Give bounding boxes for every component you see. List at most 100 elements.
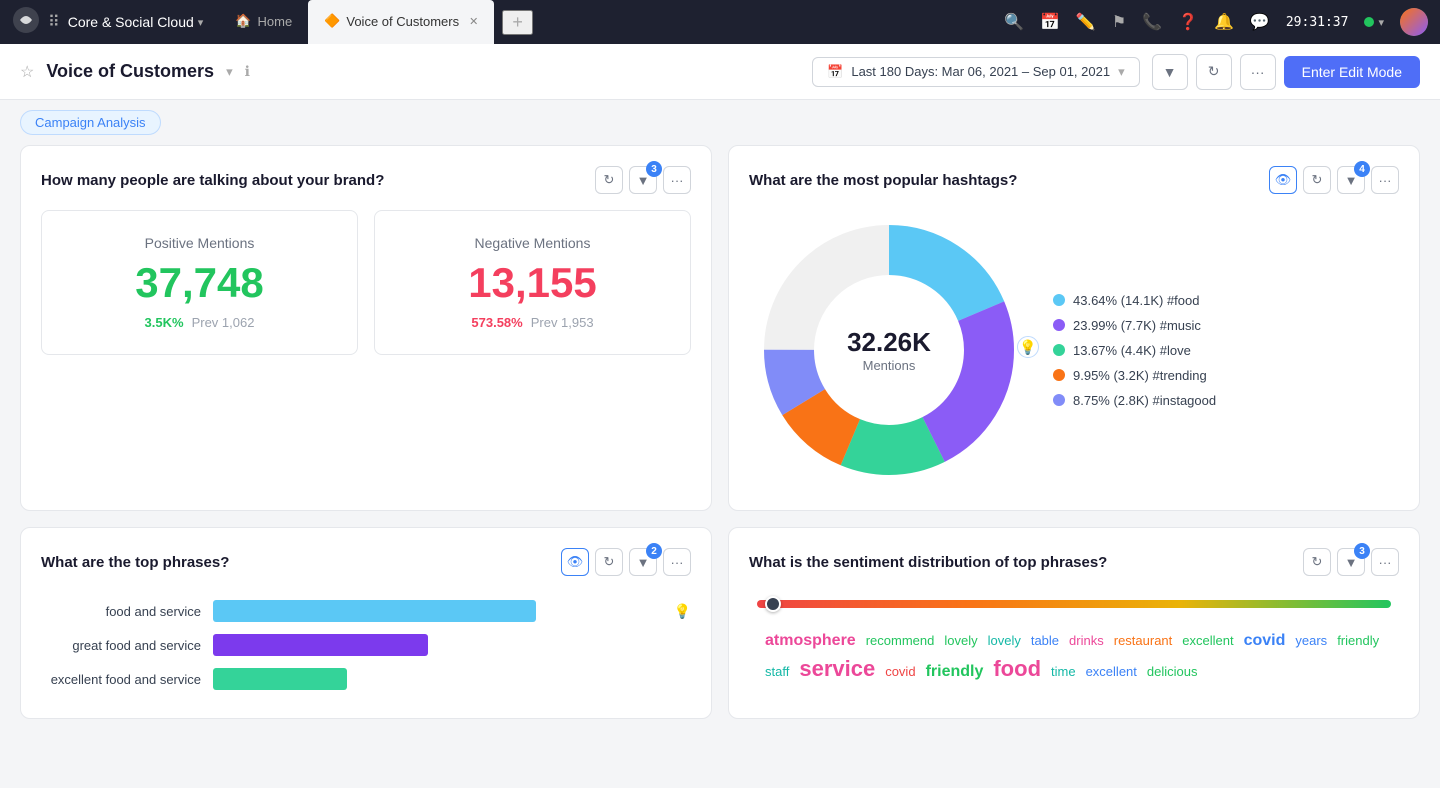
tab-voc[interactable]: 🔶 Voice of Customers ✕ <box>308 0 494 44</box>
mentions-filter-btn[interactable]: ▼ 3 <box>629 166 657 194</box>
phrase-bar-container <box>213 600 662 622</box>
hashtags-more-btn[interactable]: ··· <box>1371 166 1399 194</box>
word-cloud-item[interactable]: recommend <box>866 633 935 648</box>
word-cloud-item[interactable]: years <box>1295 633 1327 648</box>
hashtags-filter-btn[interactable]: ▼ 4 <box>1337 166 1365 194</box>
main-content: How many people are talking about your b… <box>0 145 1440 739</box>
subheader: Campaign Analysis <box>0 100 1440 145</box>
phrases-eye-btn[interactable]: 👁 <box>561 548 589 576</box>
chat-icon[interactable]: 💬 <box>1250 12 1270 32</box>
phrases-refresh-btn[interactable]: ↻ <box>595 548 623 576</box>
search-icon[interactable]: 🔍 <box>1004 12 1024 32</box>
mentions-refresh-btn[interactable]: ↻ <box>595 166 623 194</box>
word-cloud-item[interactable]: excellent <box>1182 633 1233 648</box>
help-icon[interactable]: ❓ <box>1178 12 1198 32</box>
calendar-icon[interactable]: 📅 <box>1040 12 1060 32</box>
daterange-selector[interactable]: 📅 Last 180 Days: Mar 06, 2021 – Sep 01, … <box>812 57 1139 87</box>
filter-button[interactable]: ▼ <box>1152 54 1188 90</box>
page-title: Voice of Customers <box>46 61 214 82</box>
mentions-title: How many people are talking about your b… <box>41 172 587 189</box>
phrase-label: excellent food and service <box>41 672 201 687</box>
legend-dot <box>1053 294 1065 306</box>
tab-home[interactable]: 🏠 Home <box>219 0 308 44</box>
word-cloud-item[interactable]: excellent <box>1086 664 1137 679</box>
title-chevron-icon[interactable]: ▾ <box>226 64 233 80</box>
word-cloud-item[interactable]: staff <box>765 664 789 679</box>
sentiment-refresh-btn[interactable]: ↻ <box>1303 548 1331 576</box>
topnav-app-name[interactable]: Core & Social Cloud ▾ <box>68 14 204 30</box>
topnav-logo <box>12 6 40 39</box>
edit-mode-button[interactable]: Enter Edit Mode <box>1284 56 1420 88</box>
hashtags-eye-btn[interactable]: 👁 <box>1269 166 1297 194</box>
negative-stats: 573.58% Prev 1,953 <box>471 315 593 330</box>
sentiment-actions: ↻ ▼ 3 ··· <box>1303 548 1399 576</box>
hashtags-refresh-btn[interactable]: ↻ <box>1303 166 1331 194</box>
voc-tab-close[interactable]: ✕ <box>469 15 478 28</box>
word-cloud-item[interactable]: lovely <box>944 633 977 648</box>
flag-icon[interactable]: ⚑ <box>1112 12 1126 32</box>
word-cloud-item[interactable]: friendly <box>926 663 984 681</box>
word-cloud-item[interactable]: atmosphere <box>765 632 856 650</box>
word-cloud: atmosphere recommend lovely lovely table drin… <box>757 624 1391 690</box>
word-cloud-item[interactable]: service <box>799 656 875 682</box>
phrase-row: food and service 💡 <box>41 600 691 622</box>
word-cloud-item[interactable]: time <box>1051 664 1076 679</box>
word-cloud-item[interactable]: delicious <box>1147 664 1198 679</box>
word-cloud-item[interactable]: friendly <box>1337 633 1379 648</box>
hashtags-actions: 👁 ↻ ▼ 4 ··· <box>1269 166 1399 194</box>
info-icon[interactable]: ℹ <box>245 63 250 80</box>
edit-icon[interactable]: ✏️ <box>1076 12 1096 32</box>
sentiment-slider[interactable] <box>757 600 1391 608</box>
user-avatar[interactable] <box>1400 8 1428 36</box>
positive-value: 37,748 <box>135 259 263 307</box>
phrases-actions: 👁 ↻ ▼ 2 ··· <box>561 548 691 576</box>
hashtags-title: What are the most popular hashtags? <box>749 172 1261 189</box>
phrase-label: great food and service <box>41 638 201 653</box>
phrase-row: excellent food and service <box>41 668 691 690</box>
donut-chart: 32.26K Mentions 💡 <box>749 210 1029 490</box>
add-tab-button[interactable]: + <box>502 10 533 35</box>
donut-value: 32.26K <box>847 327 931 358</box>
more-button[interactable]: ··· <box>1240 54 1276 90</box>
phrase-info-icon: 💡 <box>674 603 691 620</box>
word-cloud-item[interactable]: covid <box>885 664 915 679</box>
word-cloud-item[interactable]: covid <box>1244 632 1286 650</box>
bell-icon[interactable]: 🔔 <box>1214 12 1234 32</box>
negative-mentions-card: Negative Mentions 13,155 573.58% Prev 1,… <box>374 210 691 355</box>
row-2: What are the top phrases? 👁 ↻ ▼ 2 ··· fo… <box>20 527 1420 719</box>
phrase-row: great food and service <box>41 634 691 656</box>
negative-label: Negative Mentions <box>475 235 591 251</box>
header-actions: ▼ ↻ ··· Enter Edit Mode <box>1152 54 1420 90</box>
sentiment-more-btn[interactable]: ··· <box>1371 548 1399 576</box>
campaign-analysis-tag[interactable]: Campaign Analysis <box>20 110 161 135</box>
legend-dot <box>1053 319 1065 331</box>
refresh-button[interactable]: ↻ <box>1196 54 1232 90</box>
sentiment-filter-badge: 3 <box>1354 543 1370 559</box>
headerbar: ☆ Voice of Customers ▾ ℹ 📅 Last 180 Days… <box>0 44 1440 100</box>
star-icon[interactable]: ☆ <box>20 62 34 82</box>
word-cloud-item[interactable]: table <box>1031 633 1059 648</box>
hashtags-filter-badge: 4 <box>1354 161 1370 177</box>
topnav-status: ▾ <box>1364 16 1384 29</box>
row-1: How many people are talking about your b… <box>20 145 1420 511</box>
topnav-tabs: 🏠 Home 🔶 Voice of Customers ✕ <box>219 0 494 44</box>
donut-info-icon[interactable]: 💡 <box>1017 336 1039 358</box>
sentiment-card-header: What is the sentiment distribution of to… <box>749 548 1399 576</box>
mentions-card-header: How many people are talking about your b… <box>41 166 691 194</box>
legend-dot <box>1053 344 1065 356</box>
topnav-grid-icon: ⠿ <box>48 12 60 32</box>
topnav: ⠿ Core & Social Cloud ▾ 🏠 Home 🔶 Voice o… <box>0 0 1440 44</box>
word-cloud-item[interactable]: food <box>993 656 1041 682</box>
legend-dot <box>1053 369 1065 381</box>
app-chevron-icon: ▾ <box>198 16 204 29</box>
phrases-more-btn[interactable]: ··· <box>663 548 691 576</box>
mentions-more-btn[interactable]: ··· <box>663 166 691 194</box>
sentiment-filter-btn[interactable]: ▼ 3 <box>1337 548 1365 576</box>
phone-icon[interactable]: 📞 <box>1142 12 1162 32</box>
word-cloud-item[interactable]: drinks <box>1069 633 1104 648</box>
voc-tab-icon: 🔶 <box>324 13 340 29</box>
word-cloud-item[interactable]: lovely <box>988 633 1021 648</box>
phrases-filter-btn[interactable]: ▼ 2 <box>629 548 657 576</box>
donut-label: Mentions <box>847 358 931 373</box>
word-cloud-item[interactable]: restaurant <box>1114 633 1173 648</box>
